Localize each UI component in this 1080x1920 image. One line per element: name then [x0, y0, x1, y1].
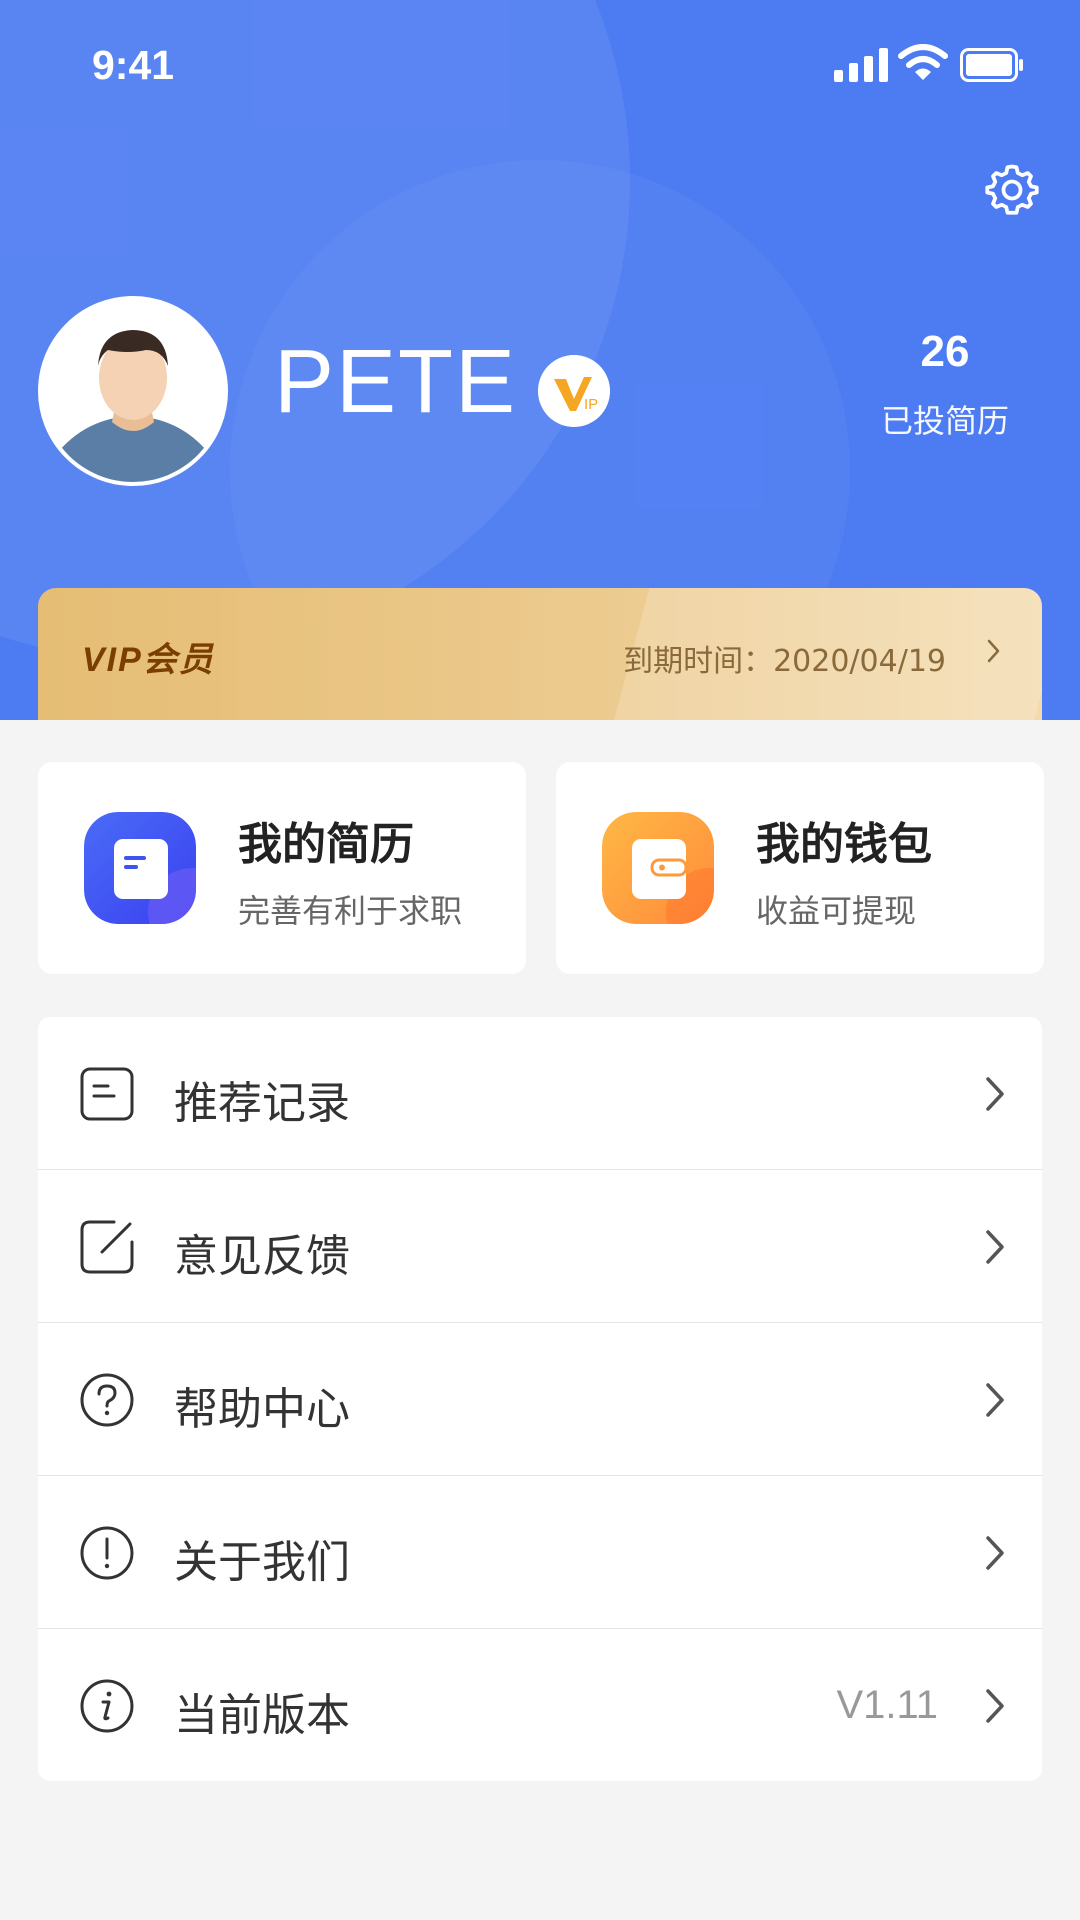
menu-item-recommend-records[interactable]: 推荐记录 [38, 1017, 1042, 1170]
avatar[interactable] [38, 296, 228, 486]
edit-icon [80, 1220, 134, 1274]
resume-icon [84, 812, 196, 924]
chevron-right-icon [986, 1383, 1004, 1417]
vip-title: VIP会员 [82, 641, 215, 679]
menu-label: 关于我们 [174, 1537, 350, 1588]
vip-badge-icon: IP [538, 355, 610, 427]
card-title: 我的钱包 [756, 819, 932, 870]
stat-label: 已投简历 [880, 402, 1009, 440]
wallet-icon [602, 812, 714, 924]
my-wallet-card[interactable]: 我的钱包 收益可提现 [556, 762, 1044, 974]
avatar-person-icon [42, 300, 224, 482]
menu-label: 当前版本 [174, 1690, 350, 1741]
settings-menu: 推荐记录 意见反馈 帮助中心 关于我们 当前版本 V1.11 [38, 1017, 1042, 1781]
menu-item-help-center[interactable]: 帮助中心 [38, 1323, 1042, 1476]
question-icon [80, 1373, 134, 1427]
submitted-resumes-stat[interactable]: 26 已投简历 [860, 330, 1030, 442]
settings-gear-icon[interactable] [982, 160, 1042, 220]
document-icon [80, 1067, 134, 1121]
vip-membership-card[interactable]: VIP会员 到期时间：2020/04/19 [38, 588, 1042, 720]
username: PETE [274, 332, 518, 432]
card-subtitle: 收益可提现 [756, 892, 917, 930]
menu-label: 推荐记录 [174, 1078, 350, 1129]
chevron-right-icon [986, 1536, 1004, 1570]
chevron-right-icon [986, 1077, 1004, 1111]
info-icon [80, 1679, 134, 1733]
vip-expire-date: 到期时间：2020/04/19 [623, 644, 946, 679]
version-value: V1.11 [836, 1683, 938, 1727]
chevron-right-icon [987, 639, 1000, 663]
exclamation-icon [80, 1526, 134, 1580]
chevron-right-icon [986, 1230, 1004, 1264]
menu-item-feedback[interactable]: 意见反馈 [38, 1170, 1042, 1323]
wifi-icon [898, 44, 948, 80]
stat-count: 26 [920, 327, 970, 376]
menu-label: 帮助中心 [174, 1384, 350, 1435]
menu-label: 意见反馈 [174, 1231, 350, 1282]
status-bar: 9:41 [0, 0, 1080, 130]
cellular-signal-icon [834, 48, 888, 82]
menu-item-about-us[interactable]: 关于我们 [38, 1476, 1042, 1629]
profile-header: 9:41 PETE IP 26 已投简历 VIP会员 到期时间：2020/04/… [0, 0, 1080, 720]
svg-text:IP: IP [584, 396, 598, 413]
chevron-right-icon [986, 1689, 1004, 1723]
card-title: 我的简历 [238, 819, 414, 870]
card-subtitle: 完善有利于求职 [238, 892, 463, 930]
status-time: 9:41 [92, 42, 175, 88]
menu-item-current-version[interactable]: 当前版本 V1.11 [38, 1629, 1042, 1781]
battery-icon [960, 48, 1023, 82]
my-resume-card[interactable]: 我的简历 完善有利于求职 [38, 762, 526, 974]
